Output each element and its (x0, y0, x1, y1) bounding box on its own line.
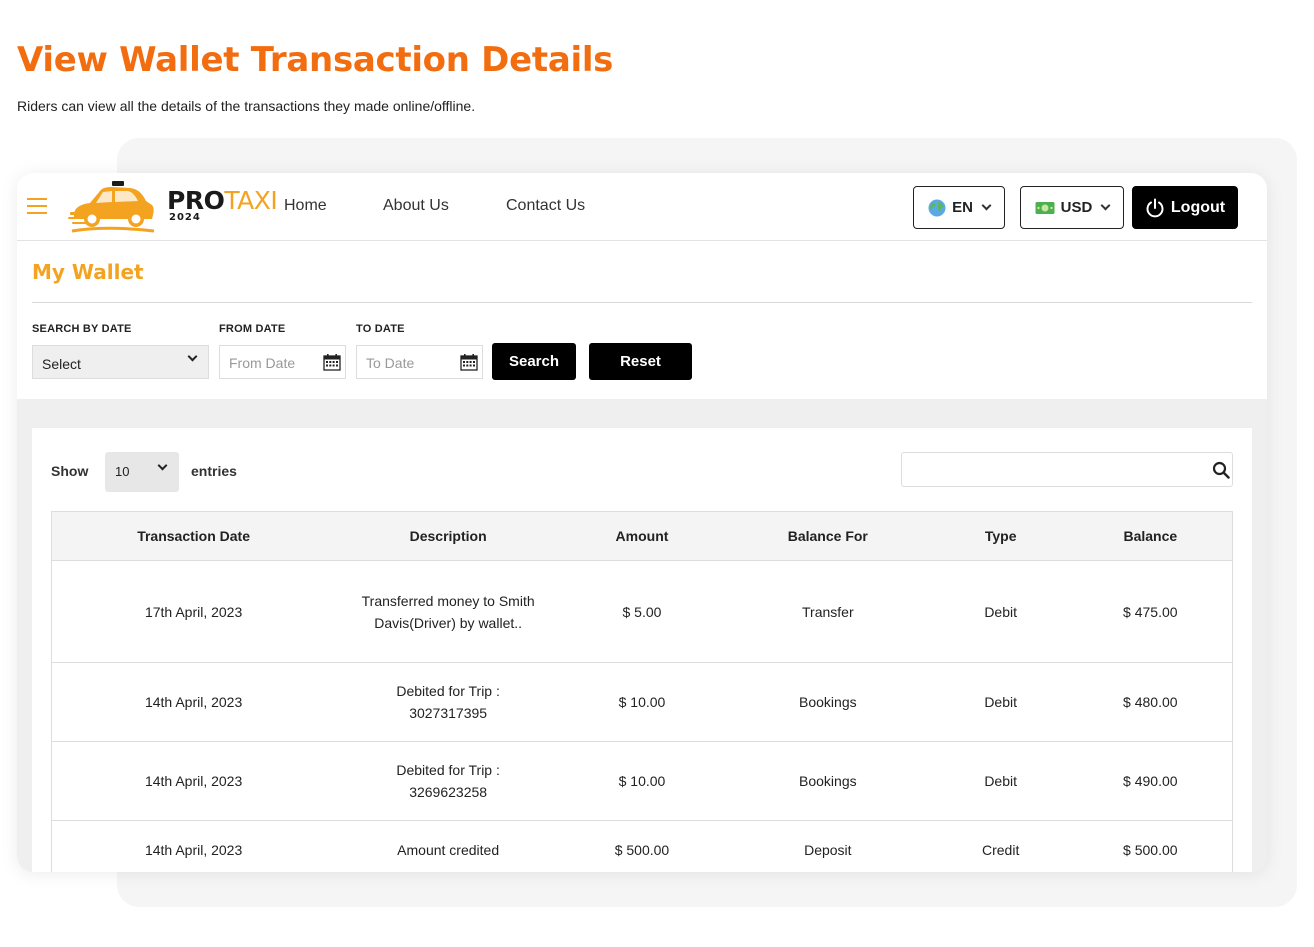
taxi-car-logo-icon (68, 181, 155, 233)
description-text: Amount credited (397, 841, 500, 858)
from-date-input[interactable]: From Date (219, 345, 346, 379)
cell-description: Debited for Trip : 3027317395 (335, 662, 562, 742)
col-description[interactable]: Description (335, 511, 562, 561)
to-date-placeholder: To Date (366, 355, 415, 371)
cell-balance: $ 480.00 (1068, 662, 1233, 742)
table-row: 14th April, 2023 Debited for Trip : 3269… (51, 741, 1233, 821)
chevron-down-icon (1100, 200, 1111, 211)
cell-amount: $ 10.00 (561, 741, 723, 821)
transactions-table: Transaction Date Description Amount Bala… (51, 511, 1233, 872)
page-title: My Wallet (32, 260, 144, 284)
from-date-label: FROM DATE (219, 323, 286, 335)
cell-description: Transferred money to Smith Davis(Driver)… (335, 560, 562, 663)
app-window: PROTAXI 2024 Home About Us Contact Us EN… (17, 173, 1267, 872)
currency-dropdown[interactable]: USD (1020, 186, 1124, 229)
brand-logo[interactable]: PROTAXI 2024 (167, 186, 278, 223)
col-transaction-date[interactable]: Transaction Date (51, 511, 336, 561)
cell-date: 17th April, 2023 (51, 560, 336, 663)
hero-subtitle: Riders can view all the details of the t… (17, 98, 476, 114)
nav-contact-us[interactable]: Contact Us (506, 197, 585, 215)
language-dropdown[interactable]: EN (913, 186, 1005, 229)
divider (32, 302, 1252, 303)
cell-date: 14th April, 2023 (51, 741, 336, 821)
show-label: Show (51, 463, 89, 479)
brand-year: 2024 (169, 212, 201, 223)
site-header: PROTAXI 2024 Home About Us Contact Us EN… (17, 173, 1267, 241)
transactions-card: Show 10 entries Transaction Date Descrip… (32, 428, 1252, 872)
entries-value: 10 (115, 464, 130, 479)
from-date-placeholder: From Date (229, 355, 296, 371)
chevron-down-icon (981, 200, 992, 211)
cell-date: 14th April, 2023 (51, 820, 336, 872)
chevron-down-icon (157, 460, 168, 471)
calendar-icon[interactable] (323, 353, 341, 371)
table-header-row: Transaction Date Description Amount Bala… (51, 511, 1233, 561)
cell-description: Amount credited (335, 820, 562, 872)
usd-banknote-icon (1035, 201, 1055, 214)
cell-date: 14th April, 2023 (51, 662, 336, 742)
col-type[interactable]: Type (932, 511, 1069, 561)
language-value: EN (952, 199, 973, 216)
cell-balance-for: Deposit (722, 820, 933, 872)
table-row: 14th April, 2023 Debited for Trip : 3027… (51, 662, 1233, 742)
search-button[interactable]: Search (492, 343, 576, 380)
description-text: Debited for Trip : 3027317395 (396, 683, 500, 721)
cell-type: Credit (932, 820, 1069, 872)
cell-balance: $ 490.00 (1068, 741, 1233, 821)
brand-pro-text: PRO (167, 186, 225, 215)
col-balance[interactable]: Balance (1068, 511, 1233, 561)
search-by-date-select[interactable]: Select (32, 345, 209, 379)
table-row: 17th April, 2023 Transferred money to Sm… (51, 560, 1233, 663)
search-by-date-label: SEARCH BY DATE (32, 323, 132, 335)
cell-balance: $ 500.00 (1068, 820, 1233, 872)
search-icon[interactable] (1212, 461, 1230, 479)
cell-amount: $ 10.00 (561, 662, 723, 742)
to-date-input[interactable]: To Date (356, 345, 483, 379)
hamburger-menu-icon[interactable] (27, 198, 47, 215)
reset-button[interactable]: Reset (589, 343, 692, 380)
cell-amount: $ 500.00 (561, 820, 723, 872)
table-search-input[interactable] (901, 452, 1233, 487)
cell-balance-for: Transfer (722, 560, 933, 663)
description-text: Debited for Trip : 3269623258 (396, 762, 500, 800)
table-row: 14th April, 2023 Amount credited $ 500.0… (51, 820, 1233, 872)
calendar-icon[interactable] (460, 353, 478, 371)
nav-about-us[interactable]: About Us (383, 197, 449, 215)
select-value: Select (42, 356, 81, 372)
to-date-label: TO DATE (356, 323, 405, 335)
nav-home[interactable]: Home (284, 197, 327, 215)
logout-label: Logout (1170, 198, 1226, 216)
chevron-down-icon (187, 351, 198, 362)
col-amount[interactable]: Amount (561, 511, 723, 561)
globe-icon (928, 199, 946, 216)
cell-balance: $ 475.00 (1068, 560, 1233, 663)
power-icon (1146, 198, 1164, 217)
currency-value: USD (1060, 199, 1093, 216)
entries-label: entries (191, 463, 237, 479)
cell-description: Debited for Trip : 3269623258 (335, 741, 562, 821)
cell-type: Debit (932, 560, 1069, 663)
col-balance-for[interactable]: Balance For (722, 511, 933, 561)
cell-balance-for: Bookings (722, 662, 933, 742)
cell-type: Debit (932, 662, 1069, 742)
brand-taxi-text: TAXI (224, 186, 278, 215)
description-text: Transferred money to Smith Davis(Driver)… (361, 592, 535, 631)
cell-type: Debit (932, 741, 1069, 821)
entries-select[interactable]: 10 (105, 452, 179, 492)
hero-title: View Wallet Transaction Details (17, 40, 614, 80)
cell-amount: $ 5.00 (561, 560, 723, 663)
cell-balance-for: Bookings (722, 741, 933, 821)
wallet-filter-section: My Wallet SEARCH BY DATE FROM DATE TO DA… (17, 241, 1267, 399)
logout-button[interactable]: Logout (1132, 186, 1238, 229)
